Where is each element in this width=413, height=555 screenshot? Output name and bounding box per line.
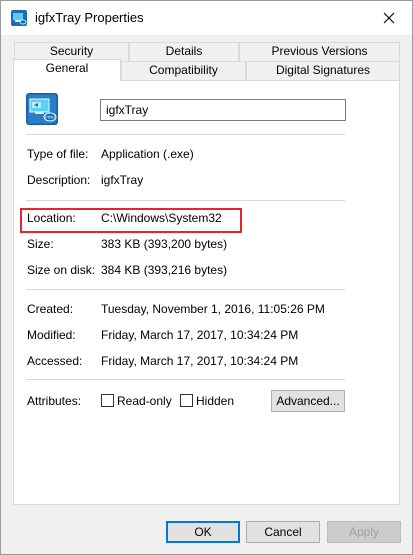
modified-value: Friday, March 17, 2017, 10:34:24 PM	[101, 328, 299, 342]
type-of-file-value: Application (.exe)	[101, 147, 194, 161]
cancel-button[interactable]: Cancel	[246, 521, 320, 543]
size-value: 383 KB (393,200 bytes)	[101, 237, 228, 251]
tab-compatibility[interactable]: Compatibility	[121, 61, 246, 80]
location-highlight-box	[20, 208, 242, 233]
general-tab-panel	[13, 80, 400, 505]
description-value: igfxTray	[101, 173, 144, 187]
file-name-input[interactable]: igfxTray	[100, 99, 346, 121]
tab-details[interactable]: Details	[129, 42, 239, 61]
close-icon	[383, 12, 395, 24]
accessed-value: Friday, March 17, 2017, 10:34:24 PM	[101, 354, 299, 368]
hidden-checkbox[interactable]	[180, 394, 193, 407]
read-only-label[interactable]: Read-only	[117, 394, 172, 408]
separator	[26, 134, 345, 135]
modified-label: Modified:	[27, 328, 76, 342]
title-bar[interactable]: igfxTray Properties	[1, 1, 412, 35]
accessed-label: Accessed:	[27, 354, 83, 368]
advanced-button[interactable]: Advanced...	[271, 390, 345, 412]
type-of-file-label: Type of file:	[27, 147, 89, 161]
size-on-disk-value: 384 KB (393,216 bytes)	[101, 263, 228, 277]
tab-previous-versions[interactable]: Previous Versions	[239, 42, 400, 61]
window-title: igfxTray Properties	[35, 10, 144, 25]
ok-button[interactable]: OK	[166, 521, 240, 543]
tab-general[interactable]: General	[13, 59, 121, 81]
size-on-disk-label: Size on disk:	[27, 263, 96, 277]
created-value: Tuesday, November 1, 2016, 11:05:26 PM	[101, 302, 325, 316]
size-label: Size:	[27, 237, 54, 251]
separator	[26, 200, 345, 201]
intel-graphics-icon: intel	[26, 93, 58, 125]
svg-text:intel: intel	[45, 115, 55, 121]
apply-button[interactable]: Apply	[327, 521, 401, 543]
intel-graphics-icon	[11, 10, 27, 26]
attributes-label: Attributes:	[27, 394, 82, 408]
created-label: Created:	[27, 302, 74, 316]
hidden-label[interactable]: Hidden	[196, 394, 234, 408]
close-button[interactable]	[366, 1, 412, 35]
properties-window: igfxTray Properties Security Details Pre…	[0, 0, 413, 555]
description-label: Description:	[27, 173, 91, 187]
read-only-checkbox[interactable]	[101, 394, 114, 407]
tab-digital-signatures[interactable]: Digital Signatures	[246, 61, 400, 80]
separator	[26, 289, 345, 290]
separator	[26, 379, 345, 380]
